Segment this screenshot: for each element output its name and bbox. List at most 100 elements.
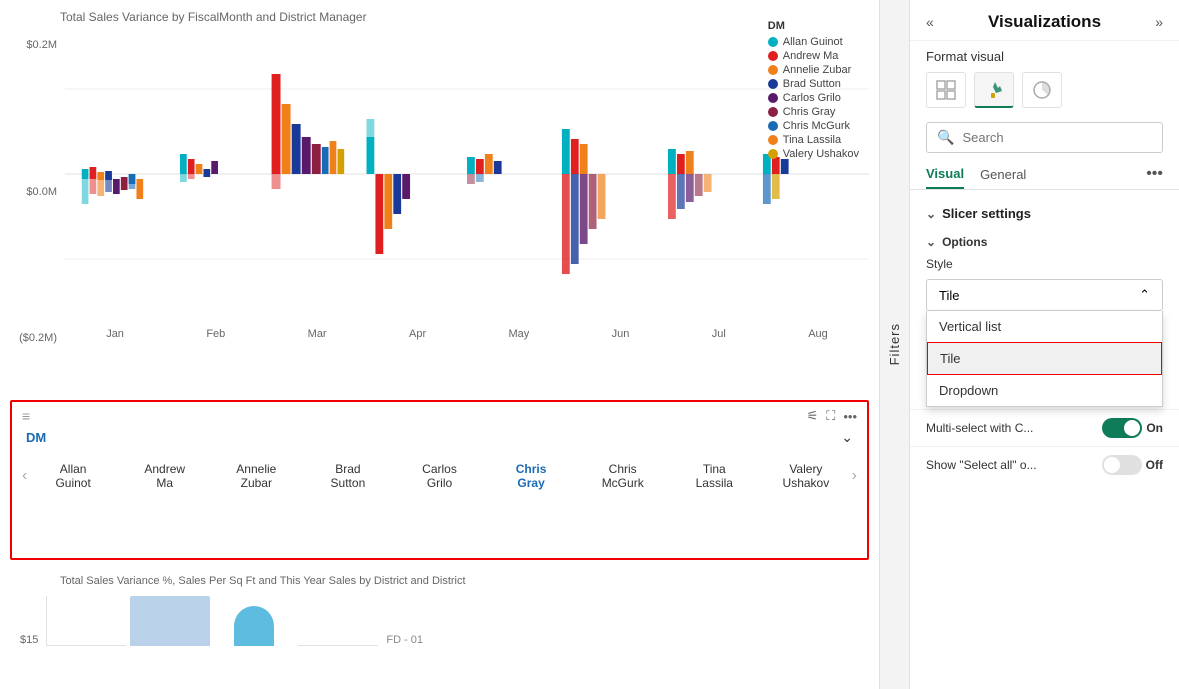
- filters-label: Filters: [887, 323, 902, 365]
- slicer-item-1[interactable]: AllanGuinot: [43, 462, 103, 490]
- more-options-icon[interactable]: •••: [843, 409, 857, 424]
- style-option-tile[interactable]: Tile: [927, 342, 1162, 375]
- legend-label-2: Andrew Ma: [783, 50, 839, 62]
- search-box[interactable]: 🔍: [926, 122, 1163, 153]
- slicer-items-list: AllanGuinot AndrewMa AnnelieZubar BradSu…: [27, 452, 851, 500]
- x-axis: Jan Feb Mar Apr May Jun Jul Aug: [65, 324, 869, 340]
- slicer-settings-chevron: ⌄: [926, 207, 936, 221]
- legend-label-8: Tina Lassila: [783, 134, 841, 146]
- x-label-feb: Feb: [206, 328, 225, 340]
- show-select-all-label: Show "Select all" o...: [926, 458, 1037, 472]
- legend-label-4: Brad Sutton: [783, 78, 841, 90]
- format-icons-row: [910, 68, 1179, 116]
- legend-item-2: Andrew Ma: [768, 50, 859, 62]
- x-label-apr: Apr: [409, 328, 426, 340]
- filter-icon[interactable]: ⚟: [807, 408, 819, 424]
- legend-dot-1: [768, 37, 778, 47]
- tab-general[interactable]: General: [980, 167, 1026, 188]
- style-dropdown-menu: Vertical list Tile Dropdown: [926, 311, 1163, 407]
- x-label-jun: Jun: [612, 328, 630, 340]
- y-label-top: $0.2M: [26, 39, 57, 51]
- legend-label-1: Allan Guinot: [783, 36, 843, 48]
- multi-select-circle: [1124, 420, 1140, 436]
- grid-icon: [935, 79, 957, 101]
- show-select-all-toggle[interactable]: Off: [1102, 455, 1163, 475]
- slicer-settings-label: Slicer settings: [942, 206, 1031, 221]
- legend-item-8: Tina Lassila: [768, 134, 859, 146]
- legend-dot-5: [768, 93, 778, 103]
- slicer-header: ≡ ⚟ ⛶ •••: [22, 408, 857, 424]
- legend-label-9: Valery Ushakov: [783, 148, 859, 160]
- legend-dot-6: [768, 107, 778, 117]
- y-label-mid: $0.0M: [26, 186, 57, 198]
- panel-title: Visualizations: [988, 12, 1101, 32]
- options-label: Options: [942, 235, 987, 249]
- slicer-item-3[interactable]: AnnelieZubar: [226, 462, 286, 490]
- legend-label-7: Chris McGurk: [783, 120, 850, 132]
- bottom-bar-label: FD - 01: [386, 634, 423, 646]
- focus-mode-icon[interactable]: ⛶: [826, 408, 835, 424]
- slicer-visual: ≡ ⚟ ⛶ ••• DM ⌄ ‹ AllanGuinot AndrewMa An…: [10, 400, 869, 560]
- multi-select-row: Multi-select with C... On: [910, 409, 1179, 446]
- legend-item-1: Allan Guinot: [768, 36, 859, 48]
- format-icon-grid[interactable]: [926, 72, 966, 108]
- y-axis: $0.2M $0.0M ($0.2M): [10, 29, 65, 369]
- panel-nav-left[interactable]: «: [926, 14, 934, 30]
- style-dropdown-selected[interactable]: Tile ⌃: [926, 279, 1163, 311]
- panel-nav-right[interactable]: »: [1155, 14, 1163, 30]
- show-select-all-row: Show "Select all" o... Off: [910, 446, 1179, 483]
- style-dropdown-chevron-up: ⌃: [1139, 287, 1150, 303]
- legend-label-5: Carlos Grilo: [783, 92, 841, 104]
- multi-select-label: Multi-select with C...: [926, 421, 1033, 435]
- legend-item-5: Carlos Grilo: [768, 92, 859, 104]
- legend-dot-2: [768, 51, 778, 61]
- bottom-y-value: $15: [20, 634, 38, 646]
- paint-icon: [983, 79, 1005, 101]
- slicer-scroll-right[interactable]: ›: [852, 467, 857, 485]
- slicer-item-8[interactable]: TinaLassila: [684, 462, 744, 490]
- panel-header: « Visualizations »: [910, 0, 1179, 41]
- legend-item-9: Valery Ushakov: [768, 148, 859, 160]
- bar-chart-svg: [65, 29, 869, 319]
- format-icon-paint[interactable]: [974, 72, 1014, 108]
- filters-panel[interactable]: Filters: [879, 0, 909, 689]
- style-option-dropdown[interactable]: Dropdown: [927, 375, 1162, 406]
- show-select-all-circle: [1104, 457, 1120, 473]
- multi-select-pill[interactable]: [1102, 418, 1142, 438]
- slicer-item-7[interactable]: ChrisMcGurk: [593, 462, 653, 490]
- slicer-item-2[interactable]: AndrewMa: [135, 462, 195, 490]
- style-option-vertical[interactable]: Vertical list: [927, 311, 1162, 342]
- style-dropdown[interactable]: Tile ⌃ Vertical list Tile Dropdown: [926, 279, 1163, 311]
- slicer-item-9[interactable]: ValeryUshakov: [776, 462, 836, 490]
- slicer-item-5[interactable]: CarlosGrilo: [410, 462, 470, 490]
- x-label-may: May: [508, 328, 529, 340]
- x-label-aug: Aug: [808, 328, 828, 340]
- analytics-icon: [1031, 79, 1053, 101]
- format-icon-analytics[interactable]: [1022, 72, 1062, 108]
- slicer-item-4[interactable]: BradSutton: [318, 462, 378, 490]
- legend-label-6: Chris Gray: [783, 106, 836, 118]
- legend-item-7: Chris McGurk: [768, 120, 859, 132]
- show-select-all-state: Off: [1146, 458, 1163, 472]
- slicer-item-6[interactable]: ChrisGray: [501, 462, 561, 490]
- options-section: ⌄ Options Style Tile ⌃ Vertical list Til…: [910, 227, 1179, 319]
- options-header[interactable]: ⌄ Options: [926, 231, 1163, 253]
- legend-dot-9: [768, 149, 778, 159]
- legend-dot-4: [768, 79, 778, 89]
- panel-content: ⌄ Slicer settings ⌄ Options Style Tile ⌃…: [910, 190, 1179, 689]
- legend-item-6: Chris Gray: [768, 106, 859, 118]
- slicer-settings-section[interactable]: ⌄ Slicer settings: [910, 200, 1179, 227]
- slicer-collapse-icon[interactable]: ⌄: [841, 429, 853, 446]
- tab-visual[interactable]: Visual: [926, 166, 964, 189]
- right-panel: « Visualizations » Format visual: [909, 0, 1179, 689]
- bottom-chart-title: Total Sales Variance %, Sales Per Sq Ft …: [60, 575, 869, 587]
- show-select-all-pill[interactable]: [1102, 455, 1142, 475]
- bottom-chart-area: Total Sales Variance %, Sales Per Sq Ft …: [0, 570, 909, 651]
- search-input[interactable]: [962, 130, 1152, 145]
- slicer-title: DM: [26, 430, 46, 445]
- style-selected-value: Tile: [939, 288, 959, 303]
- chart-legend: DM Allan Guinot Andrew Ma Annelie Zubar …: [768, 20, 859, 162]
- multi-select-toggle[interactable]: On: [1102, 418, 1163, 438]
- tab-more-icon[interactable]: •••: [1146, 165, 1163, 189]
- search-icon: 🔍: [937, 129, 954, 146]
